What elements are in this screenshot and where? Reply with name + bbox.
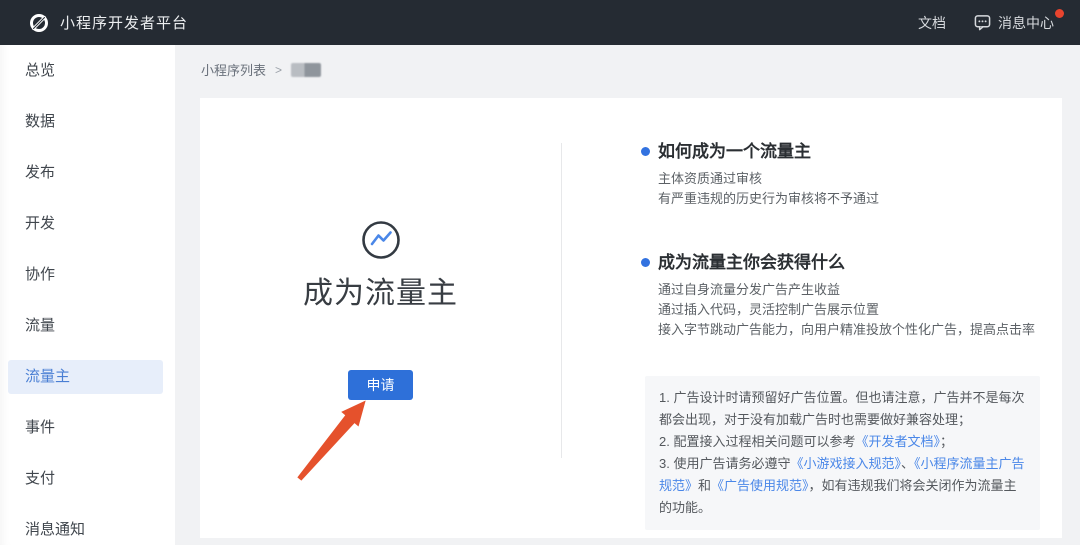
sidebar-item-data[interactable]: 数据 — [8, 105, 163, 139]
sidebar-item-payment[interactable]: 支付 — [8, 462, 163, 496]
promo-title: 成为流量主 — [303, 268, 458, 312]
traffic-owner-card: 成为流量主 申请 如何成为一个流量主 主体资质通过审核 有严重违规的历史行为审核… — [200, 98, 1062, 538]
sidebar-item-collaboration[interactable]: 协作 — [8, 258, 163, 292]
sidebar-item-events[interactable]: 事件 — [8, 411, 163, 445]
breadcrumb-separator: > — [275, 63, 282, 77]
policy-link[interactable]: 《开发者文档》 — [855, 434, 940, 449]
section-line: 通过自身流量分发广告产生收益 — [658, 280, 1045, 300]
policy-link[interactable]: 《广告使用规范》 — [711, 478, 809, 493]
note-text: 、 — [901, 456, 914, 471]
section-how-to-become: 如何成为一个流量主 主体资质通过审核 有严重违规的历史行为审核将不予通过 — [641, 142, 1045, 209]
section-line: 有严重违规的历史行为审核将不予通过 — [658, 189, 1045, 209]
note-text: 2. 配置接入过程相关问题可以参考 — [659, 434, 855, 449]
info-column: 如何成为一个流量主 主体资质通过审核 有严重违规的历史行为审核将不予通过 成为流… — [641, 98, 1045, 530]
note-text: 1. 广告设计时请预留好广告位置。但也请注意，广告并不是每次都会出现，对于没有加… — [659, 390, 1024, 427]
sidebar-item-notifications[interactable]: 消息通知 — [8, 513, 163, 545]
sidebar-item-traffic[interactable]: 流量 — [8, 309, 163, 343]
note-text: 3. 使用广告请务必遵守 — [659, 456, 790, 471]
top-navigation-bar: 小程序开发者平台 文档 消息中心 — [0, 0, 1080, 45]
sidebar-item-develop[interactable]: 开发 — [8, 207, 163, 241]
app-window: 小程序开发者平台 文档 消息中心 总览 数据 发布 开发 协作 流量 流量主 — [0, 0, 1080, 545]
bullet-icon — [641, 258, 650, 267]
note-text: ； — [940, 434, 953, 449]
message-center-button[interactable]: 消息中心 — [974, 13, 1062, 33]
breadcrumb-root[interactable]: 小程序列表 — [201, 60, 266, 79]
note-text: 和 — [698, 478, 711, 493]
sidebar-nav: 总览 数据 发布 开发 协作 流量 流量主 事件 支付 消息通知 — [0, 45, 175, 545]
sidebar-item-overview[interactable]: 总览 — [8, 54, 163, 88]
note-item: 2. 配置接入过程相关问题可以参考《开发者文档》； — [659, 431, 1026, 453]
sidebar-item-traffic-owner[interactable]: 流量主 — [8, 360, 163, 394]
section-line: 主体资质通过审核 — [658, 169, 1045, 189]
docs-link[interactable]: 文档 — [918, 13, 946, 33]
note-item: 3. 使用广告请务必遵守《小游戏接入规范》、《小程序流量主广告规范》和《广告使用… — [659, 453, 1026, 519]
section-line: 接入字节跳动广告能力，向用户精准投放个性化广告，提高点击率 — [658, 320, 1045, 340]
apply-button[interactable]: 申请 — [348, 370, 413, 400]
app-title: 小程序开发者平台 — [60, 12, 188, 33]
chat-bubble-icon — [974, 14, 991, 31]
promo-column: 成为流量主 申请 — [200, 98, 561, 538]
breadcrumb: 小程序列表 > — [201, 60, 321, 79]
app-logo-icon — [28, 12, 50, 34]
note-item: 1. 广告设计时请预留好广告位置。但也请注意，广告并不是每次都会出现，对于没有加… — [659, 387, 1026, 431]
message-center-label: 消息中心 — [998, 13, 1054, 33]
section-line: 通过插入代码，灵活控制广告展示位置 — [658, 300, 1045, 320]
section-what-you-get: 成为流量主你会获得什么 通过自身流量分发广告产生收益 通过插入代码，灵活控制广告… — [641, 253, 1045, 340]
unread-badge — [1055, 9, 1064, 18]
sidebar-item-publish[interactable]: 发布 — [8, 156, 163, 190]
section-title: 成为流量主你会获得什么 — [658, 253, 1045, 272]
bullet-icon — [641, 147, 650, 156]
vertical-divider — [561, 143, 562, 458]
notes-box: 1. 广告设计时请预留好广告位置。但也请注意，广告并不是每次都会出现，对于没有加… — [645, 376, 1040, 530]
trend-line-icon — [361, 220, 401, 260]
section-title: 如何成为一个流量主 — [658, 142, 1045, 161]
policy-link[interactable]: 《小游戏接入规范》 — [790, 456, 901, 471]
breadcrumb-current-redacted — [291, 63, 321, 77]
